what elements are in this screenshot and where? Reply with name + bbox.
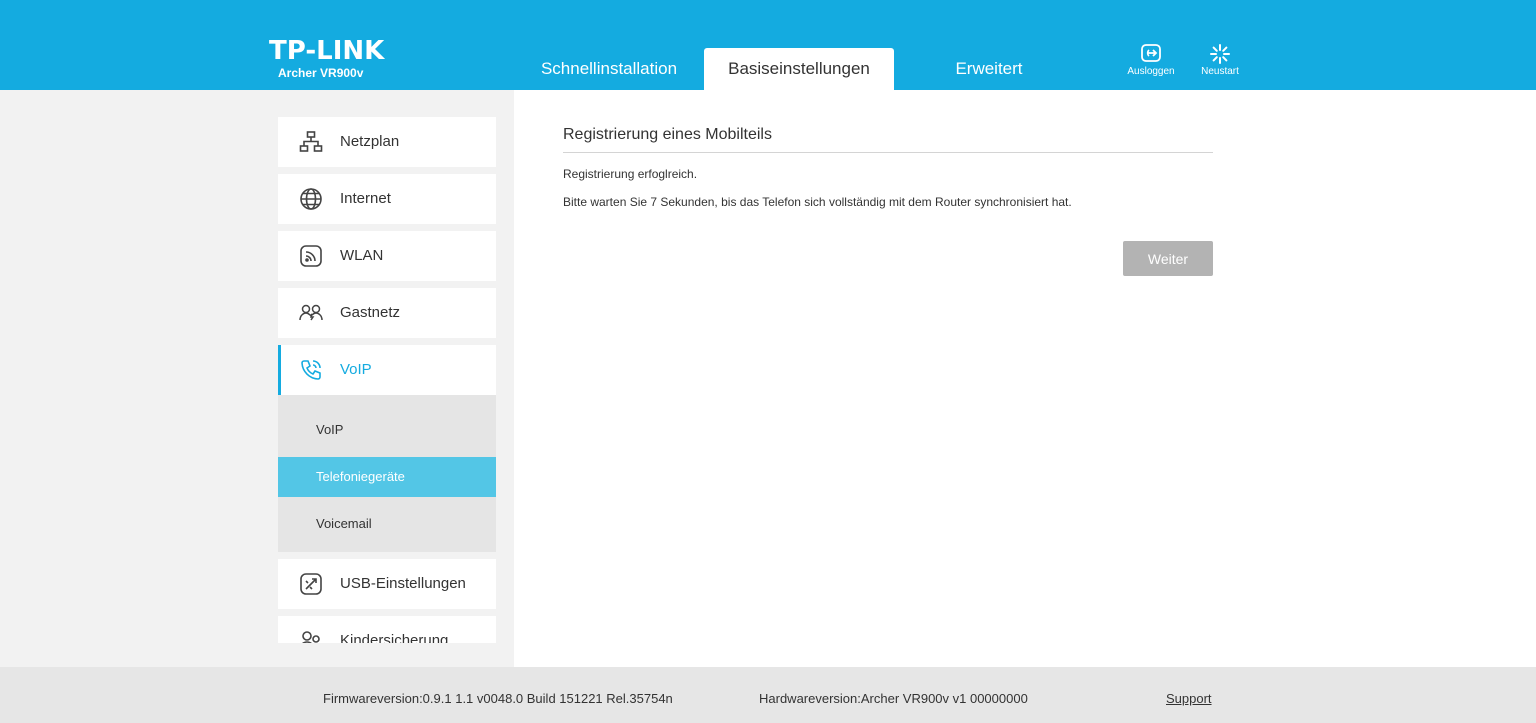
model-name: Archer VR900v [278,66,364,80]
sidebar-item-kindersicherung[interactable]: Kindersicherung [278,616,496,643]
logout-button[interactable]: Ausloggen [1121,44,1181,77]
brand-name: TP-LINK [269,36,385,66]
sidebar-item-label: Internet [340,190,391,207]
success-message: Registrierung erfoglreich. [563,167,698,181]
voip-submenu: VoIP Telefoniegeräte Voicemail [278,395,496,552]
wifi-icon [300,245,322,267]
parental-control-icon [302,631,320,643]
sidebar-item-label: VoIP [340,361,372,378]
next-button[interactable]: Weiter [1123,241,1213,276]
guest-network-icon [299,304,323,321]
support-link[interactable]: Support [1166,691,1212,706]
title-divider [563,152,1213,153]
sidebar-item-wlan[interactable]: WLAN [278,231,496,281]
sidebar-item-label: USB-Einstellungen [340,575,466,592]
sidebar-item-label: Netzplan [340,133,400,150]
restart-icon [1210,44,1230,64]
sidebar-item-usb-einstellungen[interactable]: USB-Einstellungen [278,559,496,609]
phone-icon [301,360,321,380]
network-map-icon [299,131,323,152]
submenu-item-voicemail[interactable]: Voicemail [278,504,496,544]
submenu-item-telefoniegeraete[interactable]: Telefoniegeräte [278,457,496,497]
main-content: Registrierung eines Mobilteils Registrie… [514,90,1536,667]
sidebar-item-label: WLAN [340,247,384,264]
logout-icon [1141,44,1161,62]
usb-icon [300,573,322,595]
sidebar-item-label: Gastnetz [340,304,401,321]
globe-icon [300,188,322,210]
wait-message: Bitte warten Sie 7 Sekunden, bis das Tel… [563,195,1072,209]
restart-button[interactable]: Neustart [1190,44,1250,77]
sidebar-item-internet[interactable]: Internet [278,174,496,224]
hardware-version: Hardwareversion:Archer VR900v v1 0000000… [759,691,1028,706]
tab-erweitert[interactable]: Erweitert [894,48,1084,90]
tab-basiseinstellungen[interactable]: Basiseinstellungen [704,48,894,90]
page-title: Registrierung eines Mobilteils [563,126,772,143]
footer: Firmwareversion:0.9.1 1.1 v0048.0 Build … [0,667,1536,723]
submenu-item-voip[interactable]: VoIP [278,410,496,450]
tab-schnellinstallation[interactable]: Schnellinstallation [514,48,704,90]
sidebar: Netzplan Internet WLAN Gastnetz VoIP VoI… [278,90,496,643]
sidebar-item-voip[interactable]: VoIP [278,345,496,395]
sidebar-item-gastnetz[interactable]: Gastnetz [278,288,496,338]
tp-link-logo: TP-LINK Archer VR900v [269,36,385,80]
logout-label: Ausloggen [1127,66,1175,77]
sidebar-item-label: Kindersicherung [340,632,449,643]
restart-label: Neustart [1201,66,1239,77]
top-header: TP-LINK Archer VR900v Schnellinstallatio… [0,0,1536,90]
firmware-version: Firmwareversion:0.9.1 1.1 v0048.0 Build … [323,691,673,706]
sidebar-item-netzplan[interactable]: Netzplan [278,117,496,167]
